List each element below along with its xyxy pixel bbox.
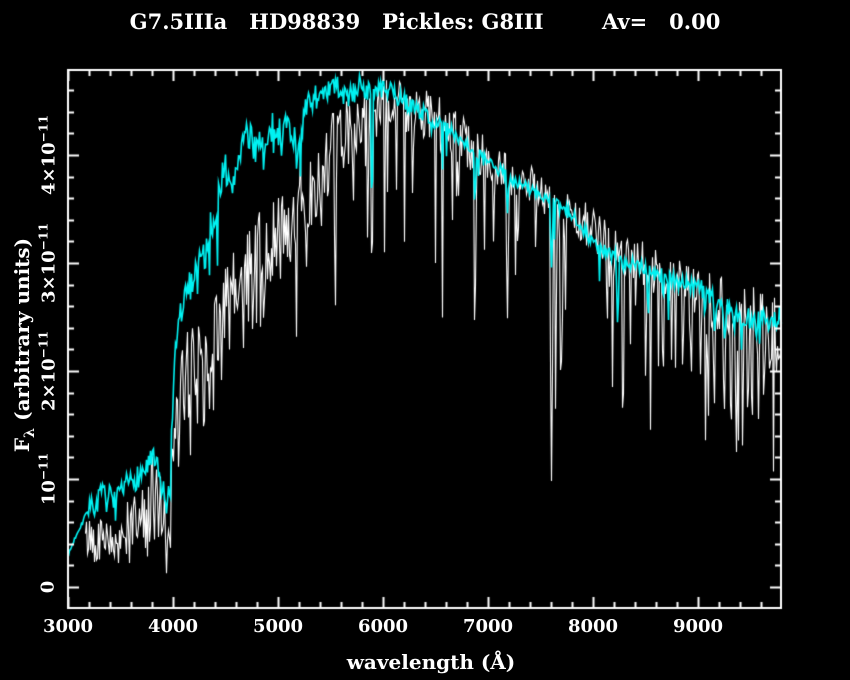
plot-title: G7.5IIIa HD98839 Pickles: G8III Av= 0.00 xyxy=(129,9,721,34)
x-tick-label: 5000 xyxy=(252,616,304,637)
y-tick-label: 4×10−11 xyxy=(36,115,60,195)
y-axis-label: Fλ (arbitrary units) xyxy=(10,238,38,452)
spectral-plot-window: G7.5IIIa HD98839 Pickles: G8III Av= 0.00… xyxy=(0,0,850,680)
x-tick-label: 8000 xyxy=(567,616,619,637)
y-axis-label-subscript: λ xyxy=(21,427,38,438)
x-tick-label: 9000 xyxy=(672,616,724,637)
y-axis-label-symbol: F xyxy=(10,437,34,453)
x-axis-label: wavelength (Å) xyxy=(346,650,516,674)
y-tick-label: 3×10−11 xyxy=(36,223,60,303)
y-tick-label: 2×10−11 xyxy=(36,331,60,411)
spectrum-plot-canvas xyxy=(0,0,850,680)
y-tick-label: 10−11 xyxy=(36,452,60,506)
x-tick-label: 3000 xyxy=(42,616,94,637)
y-tick-label: 0 xyxy=(37,580,59,594)
x-tick-label: 4000 xyxy=(147,616,199,637)
x-tick-label: 6000 xyxy=(357,616,409,637)
x-tick-label: 7000 xyxy=(462,616,514,637)
y-axis-label-units: (arbitrary units) xyxy=(10,237,34,428)
